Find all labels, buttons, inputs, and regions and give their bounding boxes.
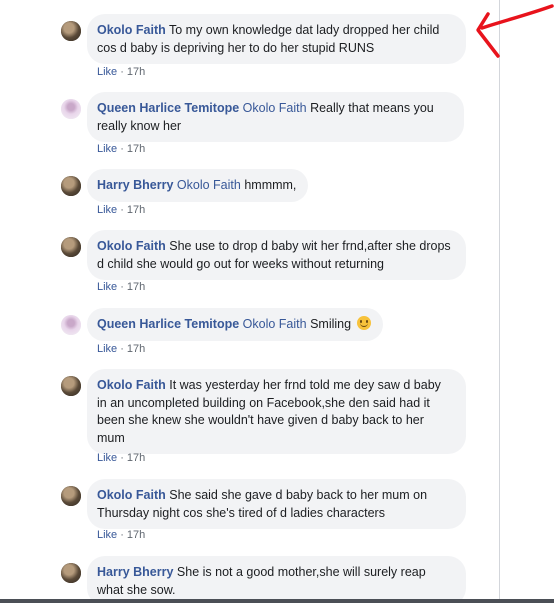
- bottom-scrollbar[interactable]: [0, 599, 554, 603]
- avatar[interactable]: [61, 563, 81, 583]
- column-divider: [499, 0, 500, 603]
- comment-thread: Okolo Faith To my own knowledge dat lady…: [0, 0, 554, 603]
- comment-bubble: Harry Bherry She is not a good mother,sh…: [87, 556, 466, 603]
- red-arrow-annotation-icon: [476, 4, 554, 58]
- comment-item: Harry Bherry She is not a good mother,sh…: [0, 0, 499, 603]
- comment-author[interactable]: Harry Bherry: [97, 565, 173, 579]
